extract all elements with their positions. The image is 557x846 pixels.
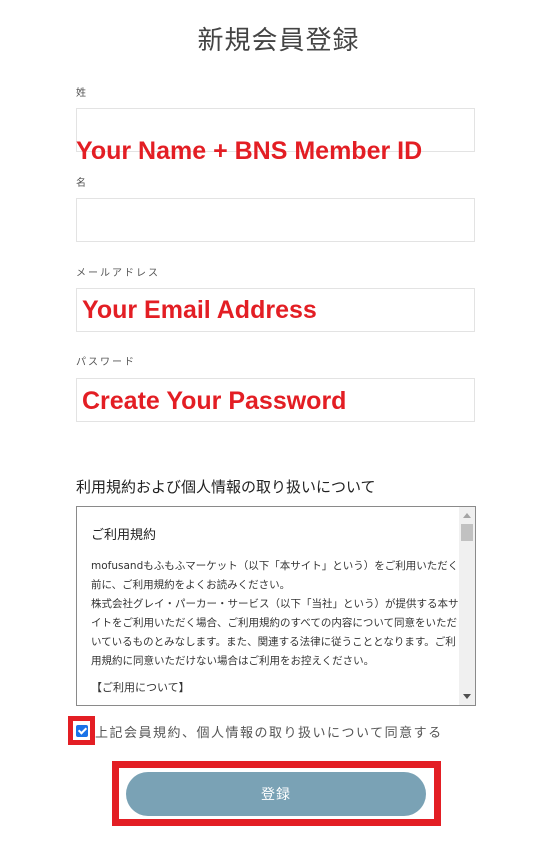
- terms-scrollbar[interactable]: [459, 507, 475, 705]
- scroll-up-arrow-icon[interactable]: [463, 513, 471, 518]
- first-name-input[interactable]: [77, 199, 474, 241]
- password-field[interactable]: [76, 378, 475, 422]
- password-input[interactable]: [77, 379, 474, 421]
- email-input[interactable]: [77, 289, 474, 331]
- last-name-input[interactable]: [77, 109, 474, 151]
- password-label: パスワード: [76, 357, 136, 368]
- email-field[interactable]: [76, 288, 475, 332]
- agreement-checkbox[interactable]: [76, 725, 88, 737]
- terms-section-title: 利用規約および個人情報の取り扱いについて: [76, 478, 376, 496]
- first-name-label: 名: [76, 178, 88, 189]
- checkbox-highlight-frame: [68, 716, 95, 745]
- email-label: メールアドレス: [76, 268, 160, 279]
- page-title: 新規会員登録: [197, 26, 360, 56]
- last-name-field[interactable]: [76, 108, 475, 152]
- register-button[interactable]: 登録: [126, 772, 426, 816]
- first-name-field[interactable]: [76, 198, 475, 242]
- terms-body: mofusandもふもふマーケット（以下「本サイト」という）をご利用いただく前に…: [91, 557, 459, 671]
- terms-heading: ご利用規約: [91, 528, 157, 543]
- terms-paragraph: 株式会社グレイ・パーカー・サービス（以下「当社」という）が提供する本サイトをご利…: [91, 598, 459, 667]
- terms-paragraph: mofusandもふもふマーケット（以下「本サイト」という）をご利用いただく前に…: [91, 560, 459, 591]
- last-name-label: 姓: [76, 88, 88, 99]
- agreement-label[interactable]: 上記会員規約、個人情報の取り扱いについて同意する: [95, 722, 443, 741]
- terms-subheading: 【ご利用について】: [91, 681, 190, 694]
- scroll-thumb[interactable]: [461, 524, 473, 541]
- terms-box[interactable]: ご利用規約 mofusandもふもふマーケット（以下「本サイト」という）をご利用…: [76, 506, 476, 706]
- scroll-down-arrow-icon[interactable]: [463, 694, 471, 699]
- terms-content: ご利用規約 mofusandもふもふマーケット（以下「本サイト」という）をご利用…: [91, 507, 459, 695]
